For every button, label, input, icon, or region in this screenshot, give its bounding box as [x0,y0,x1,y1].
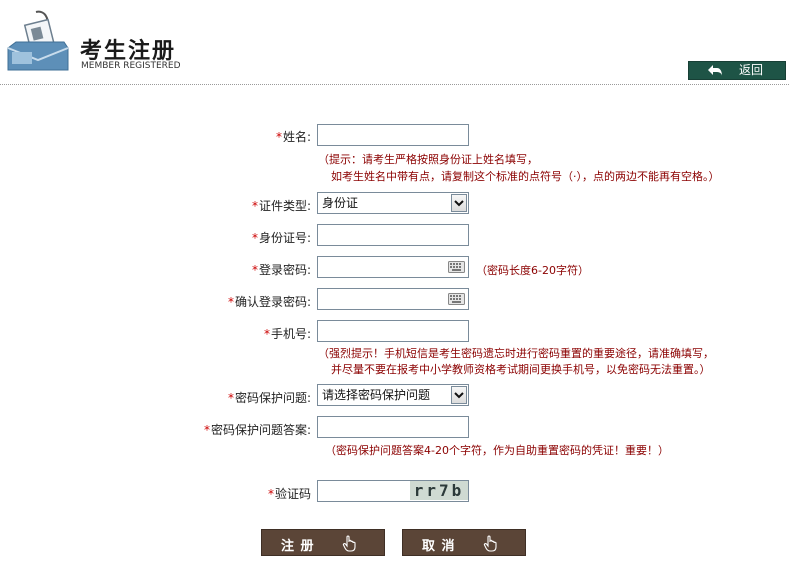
security-answer-label-text: 密码保护问题答案: [210,423,311,437]
id-type-label: *证件类型: [252,197,311,214]
security-answer-label: *密码保护问题答案: [204,421,311,438]
phone-label-text: 手机号: [270,327,311,341]
page-header: 考生注册 MEMBER REGISTERED 返回 [0,0,789,86]
required-mark: * [263,327,270,341]
id-type-selected-value: 身份证 [322,196,359,210]
soft-keyboard-icon[interactable] [448,261,465,273]
id-type-dropdown-button[interactable] [451,194,467,212]
phone-input[interactable] [317,320,469,342]
name-label-text: 姓名: [282,130,311,144]
password-label-text: 登录密码: [258,263,311,277]
id-number-label: *身份证号: [252,229,311,246]
name-input[interactable] [317,124,469,146]
security-question-select[interactable]: 请选择密码保护问题 [317,384,469,406]
security-question-selected-value: 请选择密码保护问题 [322,388,431,402]
cancel-button-label: 取 消 [422,539,456,554]
back-button-label: 返回 [739,63,764,77]
back-button[interactable]: 返回 [688,61,786,80]
header-divider [0,84,789,85]
chevron-down-icon [454,392,464,399]
id-number-label-text: 身份证号: [258,231,311,245]
security-question-dropdown-button[interactable] [451,386,467,404]
chevron-down-icon [454,200,464,207]
name-hint-line-1: （提示：请考生严格按照身份证上姓名填写， [318,153,538,166]
id-number-input[interactable] [317,224,469,246]
register-button-label: 注 册 [281,539,315,554]
id-type-select[interactable]: 身份证 [317,192,469,214]
hand-pointer-icon [342,535,356,552]
security-question-label-text: 密码保护问题: [234,391,311,405]
required-mark: * [227,295,234,309]
required-mark: * [267,487,274,501]
password-input[interactable] [317,256,469,278]
return-arrow-icon [708,65,722,76]
registration-badge-icon [7,10,69,71]
required-mark: * [251,231,258,245]
register-button[interactable]: 注 册 [261,529,385,556]
confirm-password-label-text: 确认登录密码: [234,295,311,309]
page-subtitle: MEMBER REGISTERED [81,61,181,71]
required-mark: * [251,199,258,213]
password-hint: （密码长度6-20字符） [476,264,589,277]
security-answer-input[interactable] [317,416,469,438]
captcha-label-text: 验证码 [274,487,311,501]
required-mark: * [227,391,234,405]
required-mark: * [251,263,258,277]
id-type-label-text: 证件类型: [258,199,311,213]
security-answer-hint: （密码保护问题答案4-20个字符，作为自助重置密码的凭证！重要！） [325,444,669,457]
captcha-image[interactable]: rr7b [410,481,468,500]
name-hint-line-2: 如考生姓名中带有点，请复制这个标准的点符号（·），点的两边不能再有空格。） [331,170,720,183]
captcha-label: *验证码 [268,485,311,502]
phone-hint-line-2: 并尽量不要在报考中小学教师资格考试期间更换手机号，以免密码无法重置。） [331,363,711,376]
phone-label: *手机号: [264,325,311,342]
required-mark: * [203,423,210,437]
hand-pointer-icon [483,535,497,552]
confirm-password-input[interactable] [317,288,469,310]
cancel-button[interactable]: 取 消 [402,529,526,556]
name-label: *姓名: [276,128,311,145]
required-mark: * [275,130,282,144]
security-question-label: *密码保护问题: [228,389,311,406]
confirm-password-label: *确认登录密码: [228,293,311,310]
phone-hint-line-1: （强烈提示！手机短信是考生密码遗忘时进行密码重置的重要途径，请准确填写， [318,347,714,360]
soft-keyboard-icon[interactable] [448,293,465,305]
password-label: *登录密码: [252,261,311,278]
